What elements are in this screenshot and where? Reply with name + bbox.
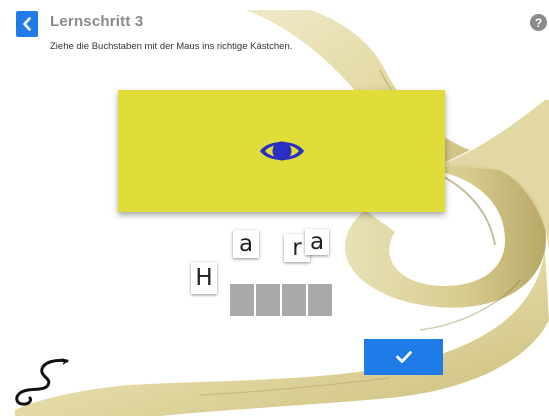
instruction-text: Ziehe die Buchstaben mit der Maus ins ri…: [50, 41, 293, 52]
answer-slot[interactable]: [230, 284, 254, 316]
answer-slot[interactable]: [256, 284, 280, 316]
help-icon: ?: [534, 15, 543, 30]
snake-logo-icon: [15, 358, 69, 406]
back-button[interactable]: [16, 11, 38, 37]
letter-tile[interactable]: a: [305, 229, 329, 255]
answer-slot[interactable]: [282, 284, 306, 316]
check-button[interactable]: [364, 339, 443, 375]
help-button[interactable]: ?: [530, 14, 547, 31]
letter-tile[interactable]: a: [233, 230, 259, 258]
eye-icon: [259, 141, 304, 161]
chevron-left-icon: [23, 17, 31, 31]
word-picture-card: [118, 90, 445, 212]
checkmark-icon: [395, 351, 412, 363]
letter-tile[interactable]: H: [191, 262, 217, 294]
lesson-screen: Lernschritt 3 Ziehe die Buchstaben mit d…: [0, 0, 549, 416]
answer-slot[interactable]: [308, 284, 332, 316]
page-title: Lernschritt 3: [50, 13, 144, 30]
